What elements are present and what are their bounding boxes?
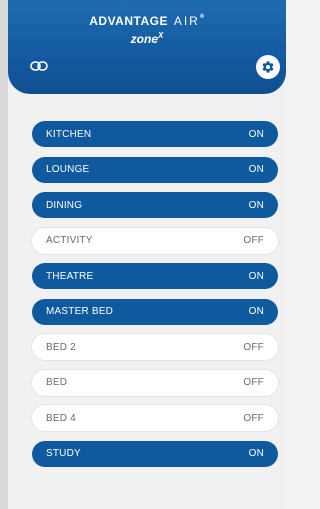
gear-icon — [262, 61, 274, 73]
zone-status: ON — [248, 199, 264, 211]
zone-name: STUDY — [46, 448, 81, 459]
zone-dining[interactable]: DINING ON — [32, 192, 278, 218]
zone-kitchen[interactable]: KITCHEN ON — [32, 121, 278, 147]
zone-status: OFF — [243, 341, 264, 353]
zone-status: OFF — [243, 377, 264, 388]
app-frame: ADVANTAGE AIR® zoneX KITCHEN ON LOUNGE O… — [0, 0, 286, 509]
zone-activity[interactable]: ACTIVITY OFF — [32, 227, 278, 254]
zone-status: ON — [248, 270, 264, 282]
zone-status: ON — [248, 164, 264, 175]
zone-status: ON — [248, 306, 264, 317]
link-icon[interactable] — [30, 60, 48, 72]
zone-name: BED — [46, 377, 68, 388]
model-name-sup: X — [158, 31, 164, 40]
zone-name: THEATRE — [46, 270, 94, 282]
settings-button[interactable] — [256, 55, 280, 79]
brand-logo: ADVANTAGE AIR® — [8, 14, 286, 28]
zone-name: MASTER BED — [46, 306, 114, 317]
zone-status: OFF — [243, 235, 264, 246]
zone-bed-2[interactable]: BED 2 OFF — [32, 334, 278, 360]
zone-status: ON — [248, 128, 264, 140]
brand-reg: ® — [199, 14, 205, 20]
model-name: zoneX — [8, 31, 286, 46]
zone-status: ON — [248, 448, 264, 459]
zone-list: KITCHEN ON LOUNGE ON DINING ON ACTIVITY … — [32, 121, 278, 476]
brand-main: ADVANTAGE — [89, 14, 168, 28]
model-name-text: zone — [130, 32, 158, 46]
zone-lounge[interactable]: LOUNGE ON — [32, 156, 278, 183]
zone-name: ACTIVITY — [46, 235, 93, 246]
zone-name: KITCHEN — [46, 128, 92, 140]
zone-name: DINING — [46, 199, 83, 211]
zone-name: BED 4 — [46, 412, 76, 424]
zone-name: BED 2 — [46, 341, 76, 353]
zone-bed[interactable]: BED OFF — [32, 369, 278, 396]
brand-air: AIR — [173, 14, 200, 28]
zone-theatre[interactable]: THEATRE ON — [32, 263, 278, 289]
zone-status: OFF — [243, 412, 264, 424]
zone-bed-4[interactable]: BED 4 OFF — [32, 405, 278, 431]
zone-study[interactable]: STUDY ON — [32, 440, 278, 467]
header: ADVANTAGE AIR® zoneX — [8, 0, 286, 94]
zone-master-bed[interactable]: MASTER BED ON — [32, 298, 278, 325]
zone-name: LOUNGE — [46, 164, 90, 175]
